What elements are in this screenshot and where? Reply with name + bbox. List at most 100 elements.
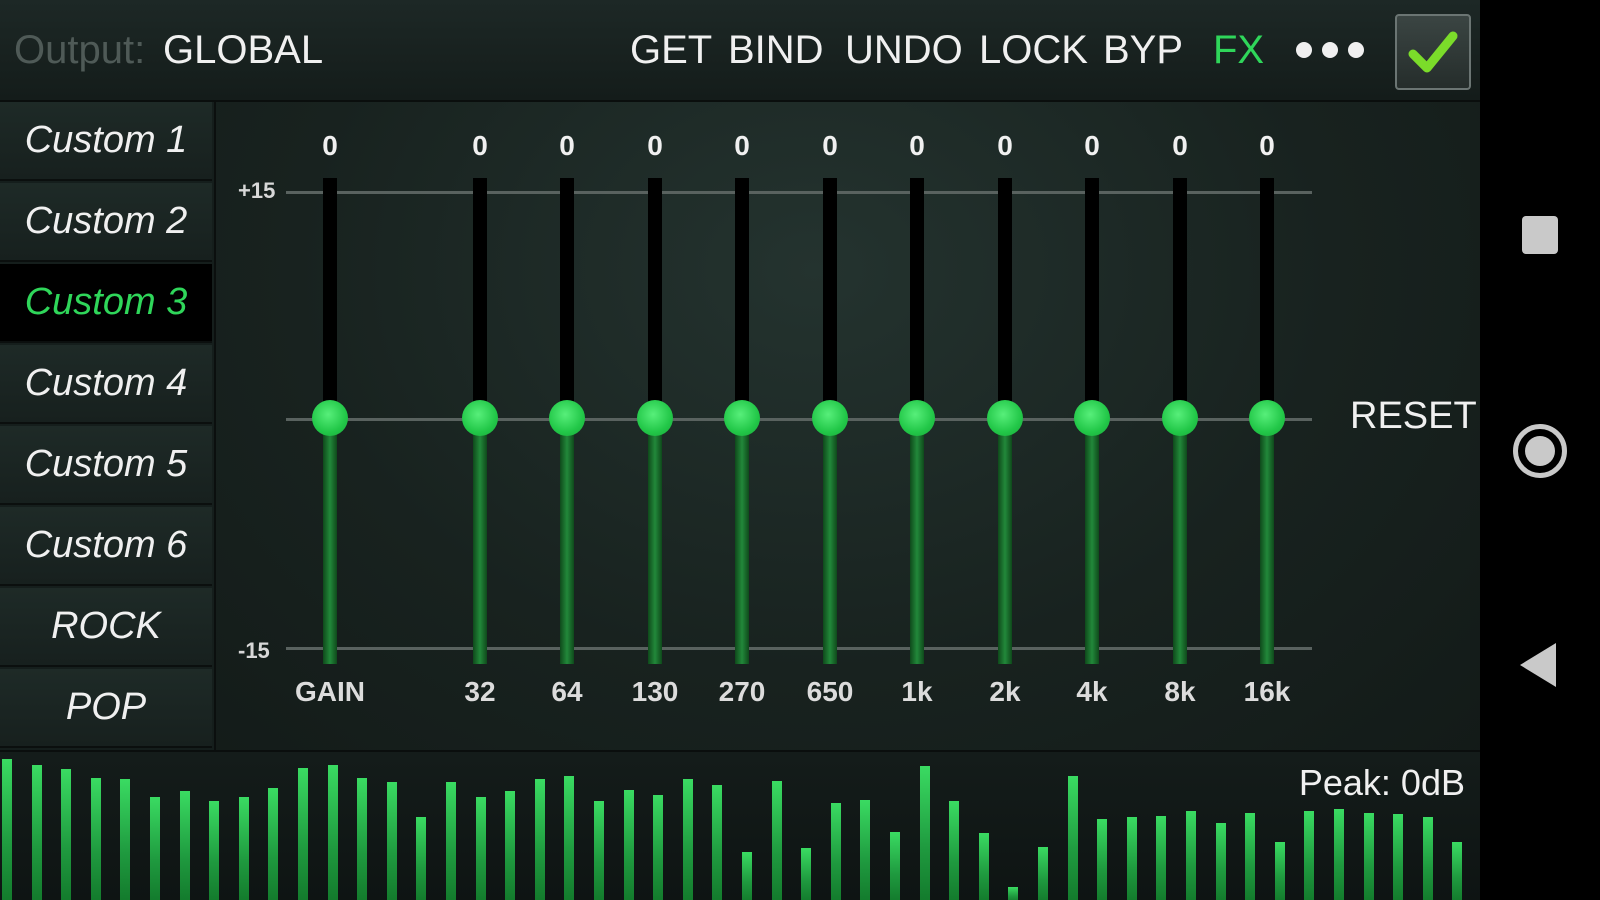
meter-bar (1038, 847, 1048, 900)
eq-band: 0 650 (800, 102, 860, 750)
meter-bar (1008, 887, 1019, 900)
slider-fill (823, 418, 837, 664)
band-value: 0 (1172, 130, 1188, 161)
meter-bar (1274, 842, 1285, 900)
slider-track[interactable] (560, 178, 574, 418)
band-value: 0 (822, 130, 838, 161)
meter-bar (475, 797, 486, 900)
slider-track[interactable] (735, 178, 749, 418)
meter-bar (1334, 809, 1344, 900)
slider-knob[interactable] (812, 400, 848, 436)
reset-button[interactable]: RESET (1350, 395, 1477, 438)
slider-knob[interactable] (1249, 400, 1285, 436)
slider-knob[interactable] (899, 400, 935, 436)
meter-bar (534, 779, 545, 900)
preset-item[interactable]: Custom 1 (0, 102, 212, 181)
preset-item[interactable]: ROCK (0, 588, 212, 667)
scale-min-label: -15 (238, 638, 270, 663)
meter-bar (919, 766, 930, 900)
meter-bar (653, 795, 664, 900)
slider-knob[interactable] (462, 400, 498, 436)
eq-band: 0 16k (1237, 102, 1297, 750)
confirm-button[interactable] (1395, 14, 1471, 90)
slider-track[interactable] (473, 178, 487, 418)
checkmark-icon (1408, 31, 1458, 73)
slider-knob[interactable] (724, 400, 760, 436)
meter-bar (1156, 816, 1167, 900)
meter-bar (1245, 813, 1256, 900)
meter-bar (1422, 817, 1433, 900)
back-triangle-icon[interactable] (1520, 643, 1556, 687)
band-label: GAIN (295, 676, 365, 707)
band-value: 0 (1084, 130, 1100, 161)
bypass-button[interactable]: BYP (1103, 28, 1183, 73)
band-label: 64 (551, 676, 583, 707)
eq-band: 0 8k (1150, 102, 1210, 750)
meter-bar (120, 779, 131, 900)
eq-band: 0 64 (537, 102, 597, 750)
slider-track[interactable] (648, 178, 662, 418)
band-value: 0 (909, 130, 925, 161)
band-label: 1k (901, 676, 933, 707)
preset-item[interactable]: Custom 5 (0, 426, 212, 505)
undo-button[interactable]: UNDO (845, 28, 963, 73)
meter-bar (1452, 842, 1463, 900)
meter-bar (505, 791, 516, 900)
slider-track[interactable] (1260, 178, 1274, 418)
meter-bar (90, 778, 101, 900)
home-circle-icon[interactable] (1513, 424, 1567, 478)
slider-track[interactable] (1173, 178, 1187, 418)
slider-track[interactable] (998, 178, 1012, 418)
output-label: Output: (14, 28, 146, 72)
meter-bar (31, 765, 42, 900)
more-dots-icon[interactable] (1296, 38, 1364, 62)
meter-bar (771, 781, 782, 900)
band-label: 16k (1243, 676, 1291, 707)
slider-knob[interactable] (1074, 400, 1110, 436)
preset-item[interactable]: Custom 2 (0, 183, 212, 262)
band-label: 32 (464, 676, 496, 707)
slider-knob[interactable] (987, 400, 1023, 436)
slider-knob[interactable] (1162, 400, 1198, 436)
output-selector[interactable]: GLOBAL (163, 28, 323, 73)
preset-item-active[interactable]: Custom 3 (0, 264, 212, 343)
meter-bar (860, 800, 871, 900)
slider-track[interactable] (1085, 178, 1099, 418)
eq-band: 0 4k (1062, 102, 1122, 750)
band-value: 0 (559, 130, 575, 161)
slider-knob[interactable] (637, 400, 673, 436)
meter-bar (1393, 814, 1404, 900)
slider-track[interactable] (910, 178, 924, 418)
preset-list: Custom 1 Custom 2 Custom 3 Custom 4 Cust… (0, 102, 216, 750)
meter-bar (890, 832, 900, 900)
band-label: 8k (1164, 676, 1196, 707)
preset-item[interactable]: Custom 6 (0, 507, 212, 586)
preset-item[interactable]: Custom 4 (0, 345, 212, 424)
band-label: 270 (718, 676, 766, 707)
spectrum-meter: Peak: 0dB (0, 750, 1480, 900)
slider-knob[interactable] (549, 400, 585, 436)
meter-bar (179, 791, 190, 900)
fx-button[interactable]: FX (1213, 28, 1264, 73)
meter-bar (564, 776, 575, 900)
meter-bar (978, 833, 989, 900)
recents-square-icon[interactable] (1522, 216, 1558, 254)
slider-track[interactable] (823, 178, 837, 418)
top-toolbar: Output: GLOBAL GET BIND UNDO LOCK BYP FX (0, 0, 1480, 102)
preset-item[interactable]: POP (0, 669, 212, 748)
slider-knob[interactable] (312, 400, 348, 436)
meter-bar (327, 765, 338, 900)
slider-track[interactable] (323, 178, 337, 418)
meter-bar (801, 848, 812, 900)
meter-bar (209, 801, 220, 900)
peak-readout: Peak: 0dB (1298, 762, 1465, 803)
meter-bar (1097, 819, 1108, 900)
lock-button[interactable]: LOCK (979, 28, 1088, 73)
eq-band: 0 32 (450, 102, 510, 750)
slider-fill (998, 418, 1012, 664)
get-button[interactable]: GET (630, 28, 712, 73)
bind-button[interactable]: BIND (728, 28, 824, 73)
meter-bar (830, 803, 841, 900)
meter-bar (61, 769, 72, 900)
slider-fill (323, 418, 337, 664)
